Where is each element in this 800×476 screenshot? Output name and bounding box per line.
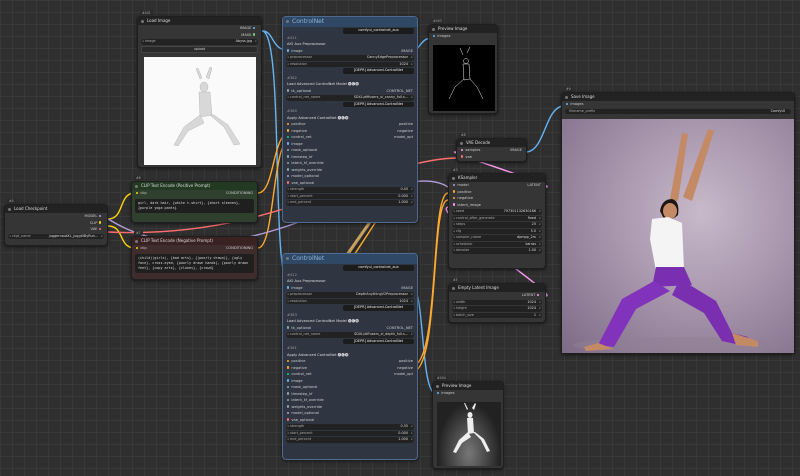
node-title[interactable]: KSampler <box>449 174 545 182</box>
image-select[interactable]: imageAbyss.jpg <box>141 39 258 45</box>
depr-header: [DEPR] Advanced-ControlNet <box>343 68 414 74</box>
depr-header: [DEPR] Advanced-ControlNet <box>343 305 414 311</box>
depth-preview-image <box>437 402 501 466</box>
preprocessor-select[interactable]: preprocessorCannyEdgePreprocessor <box>286 55 414 61</box>
end-percent-input[interactable]: end_percent1.000 <box>286 200 414 206</box>
node-title[interactable]: Preview Image <box>429 25 497 33</box>
clip-text-encode-positive-node[interactable]: #6 CLIP Text Encode (Positive Prompt) cl… <box>131 176 258 223</box>
output-latent[interactable]: LATENT <box>449 292 545 299</box>
canny-edge-figure-image <box>448 46 484 100</box>
control-net-name-select[interactable]: control_net_nameSDXL\diffusers_xl_canny_… <box>286 95 414 101</box>
filename-prefix-input[interactable]: filename_prefix ComfyUI <box>565 108 791 114</box>
control-after-generate-select[interactable]: control_after_generatefixed <box>452 215 542 221</box>
input-clip[interactable]: clip CONDITIONING <box>132 190 257 197</box>
canny-preview-image <box>433 45 495 111</box>
output-vae[interactable]: VAE <box>5 226 107 233</box>
input-images[interactable]: images <box>429 33 497 40</box>
scheduler-select[interactable]: schedulerkarras <box>452 241 542 247</box>
sampler-name-select[interactable]: sampler_namedpmpp_2m <box>452 235 542 241</box>
node-id: #9 <box>564 87 573 91</box>
node-id: #5 <box>451 278 460 282</box>
width-input[interactable]: width1024 <box>452 299 542 305</box>
seed-input[interactable]: seed797301132630186 <box>452 209 542 215</box>
node-title[interactable]: Preview Image <box>433 382 503 390</box>
depth-figure-image <box>453 403 490 453</box>
generated-output-image <box>562 119 794 353</box>
node-id: #403 <box>431 19 444 23</box>
load-image-node[interactable]: #401 Load Image IMAGE MASK imageAbyss.jp… <box>137 11 262 168</box>
preview-image-node-2[interactable]: #404 Preview Image images <box>432 376 504 469</box>
input-vae[interactable]: vae <box>457 154 526 161</box>
denoise-input[interactable]: denoise1.00 <box>452 248 542 254</box>
height-input[interactable]: height1024 <box>452 306 542 312</box>
vae-decode-node[interactable]: #8 VAE Decode samples IMAGE vae <box>456 133 527 162</box>
positive-prompt-textarea[interactable]: girl, dark hair, {white t-shirt}, {short… <box>135 198 254 213</box>
node-id: #4 <box>7 199 16 203</box>
node-id: #8 <box>459 133 468 137</box>
woman-yoga-pose-image <box>573 129 783 353</box>
start-percent-input[interactable]: start_percent0.000 <box>286 193 414 199</box>
group-header-label: comfyui_controlnet_aux <box>343 265 414 271</box>
depr-header: [DEPR] Advanced-ControlNet <box>343 338 414 344</box>
output-mask[interactable]: MASK <box>138 32 261 39</box>
node-id: #404 <box>435 376 448 380</box>
node-title[interactable]: CLIP Text Encode (Positive Prompt) <box>132 182 257 190</box>
cfg-input[interactable]: cfg5.0 <box>452 228 542 234</box>
ckpt-name-select[interactable]: ckpt_namejuggernautXL_juggXIByRun... <box>8 233 104 239</box>
load-checkpoint-node[interactable]: #4 Load Checkpoint MODEL CLIP VAE ckpt_n… <box>4 199 108 246</box>
node-title[interactable]: Load Image <box>138 17 261 25</box>
node-id: #7 <box>134 231 143 235</box>
node-title[interactable]: Save Image <box>562 93 794 101</box>
preview-image-node-1[interactable]: #403 Preview Image images <box>428 19 498 114</box>
input-clip[interactable]: clip CONDITIONING <box>132 245 257 252</box>
node-id: #6 <box>134 176 143 180</box>
node-title[interactable]: Load Checkpoint <box>5 205 107 213</box>
ksampler-node[interactable]: #3 KSampler model LATENT positive negativ… <box>448 168 546 269</box>
start-percent-input[interactable]: start_percent0.000 <box>286 430 414 436</box>
input-images[interactable]: images <box>562 101 794 108</box>
input-image-preview <box>144 57 256 165</box>
resolution-input[interactable]: resolution1024 <box>286 298 414 304</box>
clip-text-encode-negative-node[interactable]: #7 CLIP Text Encode (Negative Prompt) cl… <box>131 231 258 280</box>
strength-input[interactable]: strength0.35 <box>286 424 414 430</box>
input-images[interactable]: images <box>433 390 503 397</box>
empty-latent-image-node[interactable]: #5 Empty Latent Image LATENT width1024 h… <box>448 278 546 323</box>
steps-input[interactable]: steps25 <box>452 222 542 228</box>
controlnet-group-1[interactable]: ControlNet comfyui_controlnet_aux #411 A… <box>282 16 418 223</box>
node-title[interactable]: CLIP Text Encode (Negative Prompt) <box>132 237 257 245</box>
group-header-label: comfyui_controlnet_aux <box>343 28 414 34</box>
node-title[interactable]: VAE Decode <box>457 139 526 147</box>
save-image-node[interactable]: #9 Save Image images filename_prefix Comf… <box>561 87 795 354</box>
control-net-name-select[interactable]: control_net_nameSDXL\diffusers_xl_depth_… <box>286 332 414 338</box>
apply-io-list: positive positive negative negative contro… <box>283 358 417 423</box>
node-title[interactable]: Empty Latent Image <box>449 284 545 292</box>
end-percent-input[interactable]: end_percent1.000 <box>286 437 414 443</box>
strength-input[interactable]: strength0.45 <box>286 187 414 193</box>
group-title[interactable]: ControlNet <box>283 254 417 264</box>
negative-prompt-textarea[interactable]: (child)(girls), {bad arts}, {(poorly dra… <box>135 253 254 273</box>
controlnet-group-2[interactable]: ControlNet comfyui_controlnet_aux #412 A… <box>282 253 418 460</box>
pose-figure-image <box>173 66 241 147</box>
input-latent-image[interactable]: latent_image <box>449 202 545 209</box>
preprocessor-select[interactable]: preprocessorDepthAnythingV2Preprocessor <box>286 292 414 298</box>
input-vae-optional[interactable]: vae_optional <box>283 417 417 424</box>
resolution-input[interactable]: resolution1024 <box>286 61 414 67</box>
loader-io[interactable]: tk_optional CONTROL_NET <box>283 88 417 95</box>
aux-io[interactable]: image IMAGE <box>283 48 417 55</box>
batch-size-input[interactable]: batch_size1 <box>452 312 542 318</box>
node-id: #401 <box>140 11 153 15</box>
node-id: #3 <box>451 168 460 172</box>
depr-header: [DEPR] Advanced-ControlNet <box>343 101 414 107</box>
input-vae-optional[interactable]: vae_optional <box>283 180 417 187</box>
loader-io[interactable]: tk_optional CONTROL_NET <box>283 325 417 332</box>
aux-io[interactable]: image IMAGE <box>283 285 417 292</box>
node-canvas[interactable]: #401 Load Image IMAGE MASK imageAbyss.jp… <box>0 0 800 476</box>
apply-io-list: positive positive negative negative contro… <box>283 121 417 186</box>
group-title[interactable]: ControlNet <box>283 17 417 27</box>
upload-button[interactable]: upload <box>141 45 258 53</box>
